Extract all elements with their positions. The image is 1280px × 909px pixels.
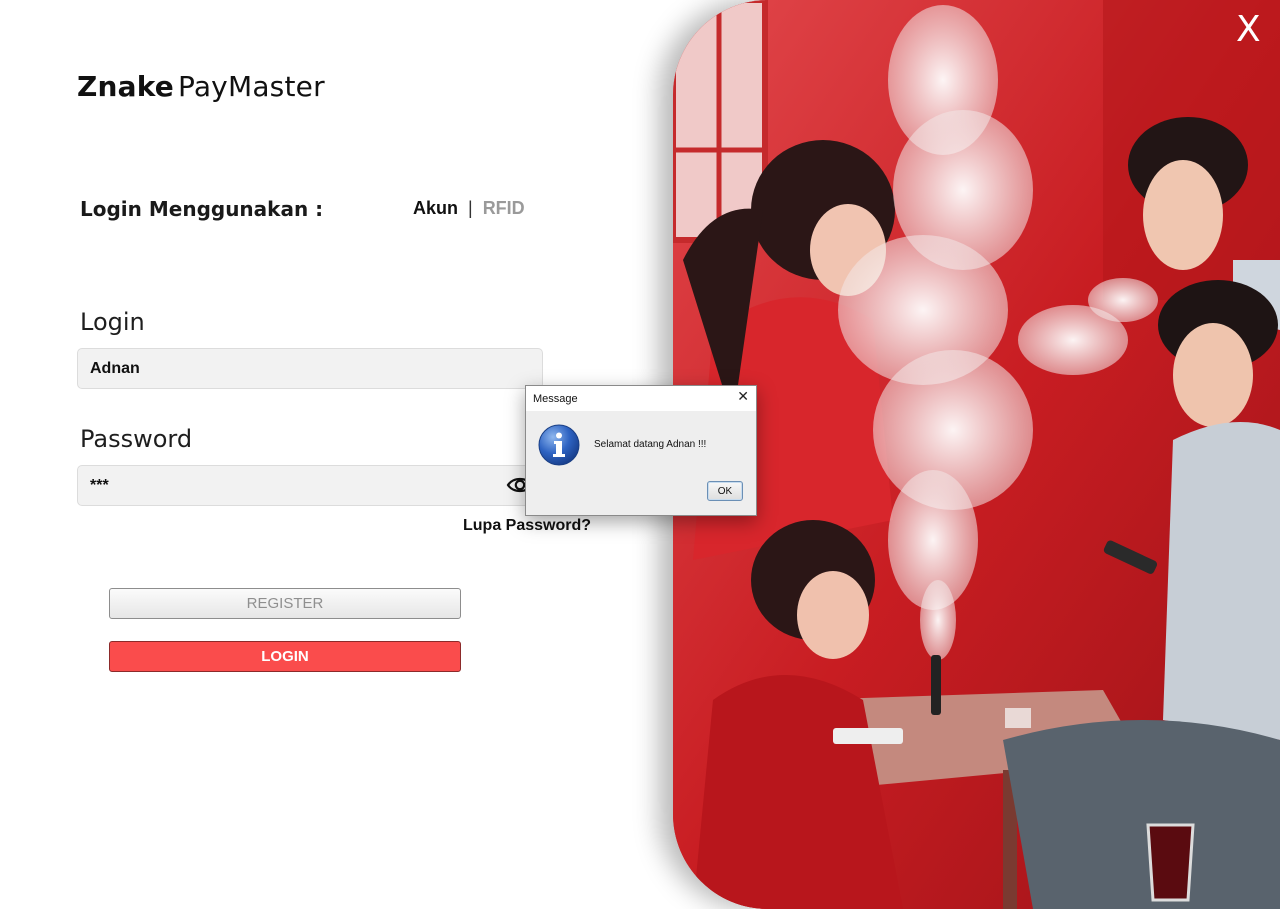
dialog-ok-button[interactable]: OK xyxy=(707,481,743,501)
password-input[interactable]: *** xyxy=(77,465,543,506)
username-value: Adnan xyxy=(90,359,140,377)
password-value: *** xyxy=(90,476,109,494)
hero-illustration xyxy=(673,0,1280,909)
login-method-account[interactable]: Akun xyxy=(413,198,458,219)
info-icon xyxy=(538,424,580,466)
password-label: Password xyxy=(80,425,193,453)
login-method-label: Login Menggunakan : xyxy=(80,197,324,221)
dialog-title-bar: Message ✕ xyxy=(526,386,756,411)
login-method-switch: Akun | RFID xyxy=(413,198,525,219)
username-input[interactable]: Adnan xyxy=(77,348,543,389)
username-label: Login xyxy=(80,308,145,336)
window-close-button[interactable]: X xyxy=(1236,12,1261,48)
dialog-body: Selamat datang Adnan !!! OK xyxy=(526,411,756,515)
hero-artwork xyxy=(673,0,1280,909)
app-title: Znake PayMaster xyxy=(77,70,325,103)
login-method-rfid[interactable]: RFID xyxy=(483,198,525,219)
register-button[interactable]: REGISTER xyxy=(109,588,461,619)
brand-bold: Znake xyxy=(77,70,174,103)
forgot-password-link[interactable]: Lupa Password? xyxy=(463,517,591,535)
login-window: Znake PayMaster Login Menggunakan : Akun … xyxy=(0,0,1280,909)
message-dialog: Message ✕ Selamat datang Adnan !!! OK xyxy=(525,385,757,516)
brand-regular: PayMaster xyxy=(178,70,325,103)
dialog-title: Message xyxy=(533,392,578,405)
dialog-message: Selamat datang Adnan !!! xyxy=(594,439,707,450)
dialog-close-icon[interactable]: ✕ xyxy=(737,389,749,405)
login-button[interactable]: LOGIN xyxy=(109,641,461,672)
login-method-separator: | xyxy=(468,198,473,218)
